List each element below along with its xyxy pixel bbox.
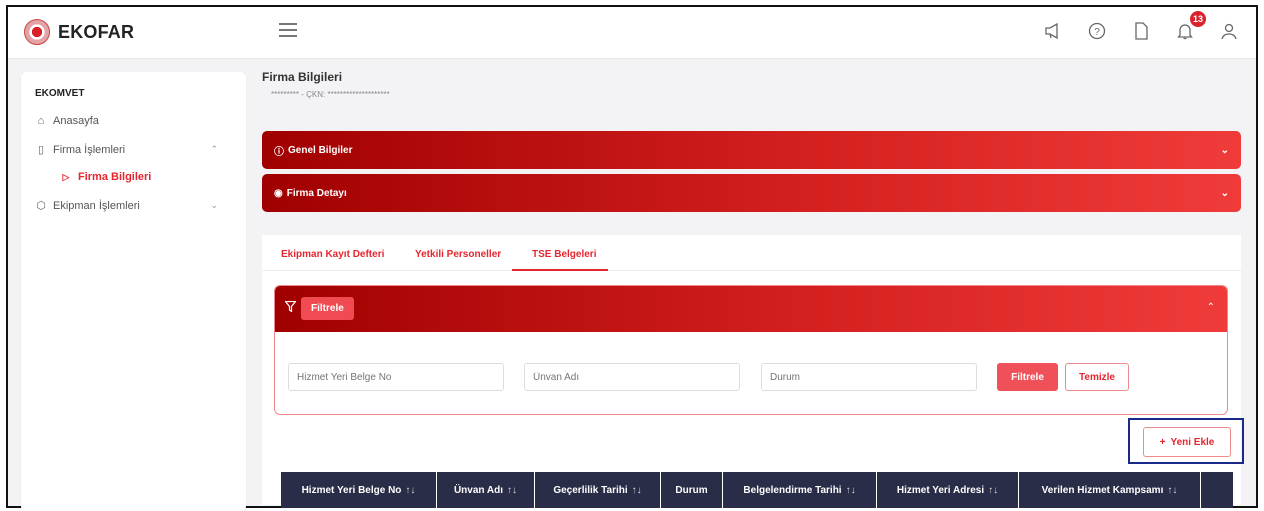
filter-card: Filtrele ⌃ Filtrele Temizle [274,285,1228,415]
notification-badge: 13 [1190,11,1206,27]
hizmet-yeri-belge-no-input[interactable] [288,363,504,391]
info-icon: ⓘ [274,146,284,158]
column-header[interactable]: Ünvan Adı ↑↓ [437,472,535,508]
sidebar: EKOMVET ⌂ Anasayfa ▯ Firma İşlemleri ⌃ ▷… [21,72,246,511]
sort-icon: ↑↓ [988,484,999,496]
page-title: Firma Bilgileri [262,70,343,84]
building-icon: ▯ [37,144,45,156]
sidebar-section-title: EKOMVET [35,88,85,99]
home-icon: ⌂ [37,115,45,127]
column-header[interactable]: Verilen Hizmet Kampsamı ↑↓ [1019,472,1201,508]
sidebar-item-label: Firma Bilgileri [78,171,152,183]
chevron-up-icon: ⌃ [210,144,218,154]
logo-emblem-icon [24,19,50,45]
column-header[interactable]: Hizmet Yeri Adresi ↑↓ [877,472,1019,508]
menu-toggle-icon[interactable] [279,23,297,39]
page-subtitle: ********* - ÇKN: ******************** [271,90,390,99]
table-header: Hizmet Yeri Belge No ↑↓ Ünvan Adı ↑↓ Geçer… [281,472,1233,508]
sort-icon: ↑↓ [405,484,416,496]
column-header[interactable]: Belgelendirme Tarihi ↑↓ [723,472,877,508]
accordion-firma-detayi[interactable]: ◉ Firma Detayı ⌄ [262,174,1241,212]
sidebar-item-firma-islemleri[interactable]: ▯ Firma İşlemleri ⌃ [35,143,230,157]
sidebar-item-firma-bilgileri[interactable]: ▷ Firma Bilgileri [60,171,230,183]
sort-icon: ↑↓ [631,484,642,496]
megaphone-icon[interactable] [1042,19,1064,43]
filter-toggle-button[interactable]: Filtrele [301,297,354,320]
column-header-empty [1201,472,1233,508]
sidebar-item-label: Anasayfa [53,115,99,127]
help-icon[interactable]: ? [1086,19,1108,43]
sort-icon: ↑↓ [507,484,518,496]
tabs-panel: Ekipman Kayıt Defteri Yetkili Personelle… [262,235,1241,505]
sidebar-item-label: Ekipman İşlemleri [53,199,140,212]
durum-input[interactable] [761,363,977,391]
chevron-up-icon: ⌃ [1206,302,1215,313]
tab-ekipman-kayit-defteri[interactable]: Ekipman Kayıt Defteri [281,249,384,260]
top-icons: ? 13 [1042,11,1240,43]
sort-icon: ↑↓ [845,484,856,496]
filter-header[interactable]: Filtrele ⌃ [275,286,1227,332]
tab-tse-belgeleri[interactable]: TSE Belgeleri [532,249,596,260]
chevron-down-icon: ⌄ [210,200,218,210]
accordion-genel-bilgiler[interactable]: ⓘ Genel Bilgiler ⌄ [262,131,1241,169]
accordion-label: Genel Bilgiler [288,144,353,156]
sort-icon: ↑↓ [1167,484,1178,496]
triangle-right-icon: ▷ [62,171,70,182]
top-bar: EKOFAR ? 13 [8,7,1256,59]
tab-bar: Ekipman Kayıt Defteri Yetkili Personelle… [262,235,1241,271]
active-tab-indicator [512,269,608,271]
chevron-down-icon: ⌄ [1220,144,1229,156]
document-icon[interactable] [1130,19,1152,43]
eye-icon: ◉ [274,187,283,199]
plus-icon: + [1159,436,1166,448]
chevron-down-icon: ⌄ [1220,187,1229,199]
box-icon: ⬡ [36,200,46,212]
sidebar-item-anasayfa[interactable]: ⌂ Anasayfa [35,115,230,127]
notification-bell-icon[interactable]: 13 [1174,11,1206,43]
column-header[interactable]: Durum [661,472,723,508]
column-header[interactable]: Geçerlilik Tarihi ↑↓ [535,472,661,508]
tab-yetkili-personeller[interactable]: Yetkili Personeller [415,249,501,260]
app-logo[interactable]: EKOFAR [24,19,134,45]
unvan-adi-input[interactable] [524,363,740,391]
accordion-label: Firma Detayı [286,187,347,199]
user-icon[interactable] [1218,19,1240,43]
clear-filter-button[interactable]: Temizle [1065,363,1129,391]
sidebar-item-label: Firma İşlemleri [53,143,126,156]
column-header[interactable]: Hizmet Yeri Belge No ↑↓ [281,472,437,508]
svg-text:?: ? [1094,27,1100,38]
apply-filter-button[interactable]: Filtrele [997,363,1058,391]
app-name: EKOFAR [58,21,135,42]
sidebar-item-ekipman-islemleri[interactable]: ⬡ Ekipman İşlemleri ⌄ [35,199,230,213]
add-new-label: Yeni Ekle [1170,436,1215,448]
add-new-button[interactable]: + Yeni Ekle [1143,427,1231,457]
funnel-icon [284,300,297,315]
